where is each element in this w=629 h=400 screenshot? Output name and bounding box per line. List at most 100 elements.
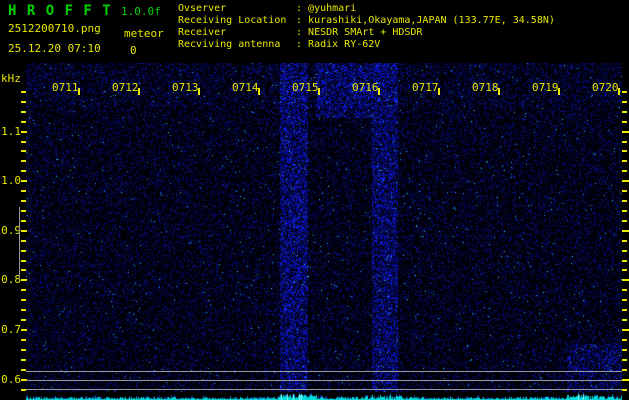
freq-tick-label: 0.9 xyxy=(1,224,21,237)
freq-minor-tick-right xyxy=(622,319,627,321)
freq-minor-tick-right xyxy=(622,210,627,212)
freq-minor-tick-right xyxy=(622,260,627,262)
info-label: Ovserver xyxy=(178,3,227,14)
freq-minor-tick-right xyxy=(622,250,627,252)
freq-minor-tick xyxy=(21,111,26,113)
freq-major-tick-right xyxy=(622,379,629,381)
freq-major-tick xyxy=(21,230,27,232)
freq-minor-tick-right xyxy=(622,349,627,351)
freq-major-tick-right xyxy=(622,279,629,281)
time-tick-label: 0715 xyxy=(292,81,319,94)
freq-minor-tick-right xyxy=(622,269,627,271)
info-row: Ovserver: @yuhmari xyxy=(178,3,555,15)
freq-minor-tick-right xyxy=(622,389,627,391)
time-tick xyxy=(618,88,620,95)
observer-info: Ovserver: @yuhmari Receiving Location: ku… xyxy=(178,3,555,51)
output-filename: 2512200710.png xyxy=(8,22,101,35)
info-value: Radix RY-62V xyxy=(308,39,381,50)
freq-minor-tick-right xyxy=(622,289,627,291)
freq-minor-tick xyxy=(21,289,26,291)
freq-minor-tick-right xyxy=(622,299,627,301)
freq-tick-label: 0.8 xyxy=(1,273,21,286)
freq-tick-label: 0.6 xyxy=(1,373,21,386)
freq-minor-tick-right xyxy=(622,369,627,371)
freq-minor-tick xyxy=(21,160,26,162)
time-tick xyxy=(318,88,320,95)
freq-minor-tick xyxy=(21,339,26,341)
time-tick xyxy=(558,88,560,95)
marker-line-center xyxy=(26,380,622,381)
spectrogram-canvas xyxy=(26,63,622,400)
freq-minor-tick-right xyxy=(622,121,627,123)
info-label: Receiver xyxy=(178,27,227,38)
freq-minor-tick-right xyxy=(622,91,627,93)
time-tick-label: 0713 xyxy=(172,81,199,94)
freq-minor-tick xyxy=(21,170,26,172)
freq-major-tick xyxy=(21,131,27,133)
hrofft-window: H R O F F T 1.0.0f 2512200710.png meteor… xyxy=(0,0,629,400)
freq-tick-label: 0.7 xyxy=(1,323,21,336)
freq-major-tick xyxy=(21,279,27,281)
freq-minor-tick-right xyxy=(622,359,627,361)
freq-minor-tick xyxy=(21,210,26,212)
freq-minor-tick xyxy=(21,359,26,361)
info-row: Recviving antenna: Radix RY-62V xyxy=(178,39,555,51)
time-tick-label: 0720 xyxy=(592,81,619,94)
marker-line-upper xyxy=(26,371,622,372)
time-tick-label: 0717 xyxy=(412,81,439,94)
app-title: H R O F F T xyxy=(8,3,112,19)
info-separator: : xyxy=(296,27,309,38)
app-version: 1.0.0f xyxy=(121,5,161,18)
freq-minor-tick xyxy=(21,299,26,301)
freq-minor-tick xyxy=(21,319,26,321)
time-tick xyxy=(258,88,260,95)
timestamp: 25.12.20 07:10 xyxy=(8,42,101,55)
freq-major-tick-right xyxy=(622,180,629,182)
freq-minor-tick xyxy=(21,240,26,242)
time-tick-label: 0711 xyxy=(52,81,79,94)
freq-tick-label: 1.0 xyxy=(1,174,21,187)
time-tick xyxy=(378,88,380,95)
time-tick-label: 0716 xyxy=(352,81,379,94)
freq-minor-tick xyxy=(21,121,26,123)
info-separator: : xyxy=(296,39,309,50)
freq-minor-tick xyxy=(21,200,26,202)
freq-major-tick-right xyxy=(622,230,629,232)
marker-line-lower xyxy=(26,389,622,390)
info-label: Recviving antenna xyxy=(178,39,281,50)
freq-minor-tick xyxy=(21,220,26,222)
time-tick xyxy=(438,88,440,95)
freq-minor-tick-right xyxy=(622,200,627,202)
time-tick-label: 0712 xyxy=(112,81,139,94)
info-value: kurashiki,Okayama,JAPAN (133.77E, 34.58N… xyxy=(308,15,555,26)
freq-minor-tick-right xyxy=(622,220,627,222)
freq-minor-tick-right xyxy=(622,309,627,311)
freq-minor-tick xyxy=(21,101,26,103)
info-value: NESDR SMArt + HDSDR xyxy=(308,27,423,38)
time-tick-label: 0714 xyxy=(232,81,259,94)
freq-major-tick-right xyxy=(622,131,629,133)
time-tick xyxy=(498,88,500,95)
freq-minor-tick xyxy=(21,349,26,351)
time-tick xyxy=(138,88,140,95)
freq-minor-tick xyxy=(21,260,26,262)
freq-major-tick xyxy=(21,329,27,331)
info-value: @yuhmari xyxy=(308,3,357,14)
freq-minor-tick xyxy=(21,91,26,93)
freq-minor-tick-right xyxy=(622,339,627,341)
freq-major-tick-right xyxy=(622,329,629,331)
freq-minor-tick-right xyxy=(622,170,627,172)
freq-minor-tick xyxy=(21,309,26,311)
freq-minor-tick xyxy=(21,190,26,192)
info-separator: : xyxy=(296,15,309,26)
meteor-label: meteor xyxy=(124,27,164,40)
freq-minor-tick xyxy=(21,141,26,143)
time-tick xyxy=(78,88,80,95)
meteor-band-marker xyxy=(19,207,20,278)
freq-unit-label: kHz xyxy=(1,72,21,85)
meteor-count: 0 xyxy=(130,44,137,57)
freq-minor-tick-right xyxy=(622,141,627,143)
freq-minor-tick xyxy=(21,269,26,271)
freq-minor-tick-right xyxy=(622,150,627,152)
freq-minor-tick-right xyxy=(622,240,627,242)
